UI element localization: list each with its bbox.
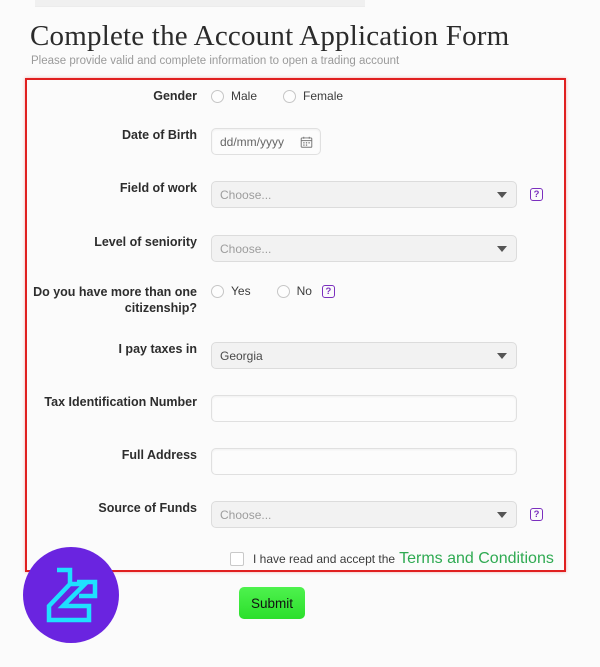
form-row-field-of-work: Field of work Choose... ?	[25, 181, 566, 208]
source-of-funds-select[interactable]: Choose...	[211, 501, 517, 528]
tax-country-select[interactable]: Georgia	[211, 342, 517, 369]
submit-button[interactable]: Submit	[239, 587, 305, 619]
full-address-input[interactable]	[211, 448, 517, 475]
level-of-seniority-label: Level of seniority	[94, 235, 197, 249]
radio-unchecked-icon[interactable]	[211, 284, 224, 298]
form-row-gender: Gender Male Female	[25, 89, 566, 104]
gender-radio-male[interactable]: Male	[211, 89, 257, 103]
radio-unchecked-icon[interactable]	[211, 89, 224, 103]
chevron-down-icon[interactable]	[497, 511, 507, 518]
field-of-work-select[interactable]: Choose...	[211, 181, 517, 208]
logo-monogram-icon	[46, 567, 98, 623]
date-of-birth-placeholder: dd/mm/yyyy	[220, 134, 285, 149]
gender-radio-female[interactable]: Female	[283, 89, 343, 103]
application-form-page: Complete the Account Application Form Pl…	[0, 0, 600, 667]
terms-text: I have read and accept the	[253, 552, 396, 566]
gender-radio-group: Male Female	[211, 89, 369, 103]
chevron-down-icon[interactable]	[497, 245, 507, 252]
brand-logo	[23, 547, 119, 643]
full-address-label: Full Address	[121, 448, 197, 462]
form-row-full-address: Full Address	[25, 448, 566, 475]
date-of-birth-label: Date of Birth	[122, 128, 197, 142]
field-of-work-label: Field of work	[119, 181, 197, 195]
citizenship-radio-yes[interactable]: Yes	[211, 284, 251, 298]
radio-unchecked-icon[interactable]	[276, 284, 290, 298]
source-of-funds-label: Source of Funds	[98, 501, 197, 515]
page-title: Complete the Account Application Form	[30, 20, 510, 52]
form-row-date-of-birth: Date of Birth dd/mm/yyyy	[25, 128, 566, 155]
gender-option-label: Female	[303, 89, 344, 103]
page-subtitle: Please provide valid and complete inform…	[31, 55, 400, 67]
citizenship-option-label: Yes	[231, 284, 251, 298]
form-row-tax-id: Tax Identification Number	[25, 395, 566, 422]
source-of-funds-value: Choose...	[220, 507, 272, 522]
form-row-source-of-funds: Source of Funds Choose... ?	[25, 501, 566, 528]
citizenship-option-label: No	[296, 284, 312, 298]
citizenship-radio-no[interactable]: No	[276, 284, 312, 298]
tax-country-label: I pay taxes in	[118, 342, 197, 356]
citizenship-label: Do you have more than one citizenship?	[25, 284, 211, 316]
citizenship-help-icon[interactable]: ?	[321, 284, 335, 298]
date-of-birth-input[interactable]: dd/mm/yyyy	[211, 128, 321, 155]
tax-id-input[interactable]	[211, 395, 517, 422]
radio-unchecked-icon[interactable]	[283, 89, 297, 103]
terms-checkbox[interactable]	[230, 552, 244, 566]
gender-option-label: Male	[231, 89, 258, 103]
chevron-down-icon[interactable]	[497, 352, 507, 359]
tax-country-value: Georgia	[220, 348, 263, 363]
form-row-tax-country: I pay taxes in Georgia	[25, 342, 566, 369]
field-of-work-value: Choose...	[220, 187, 272, 202]
account-application-form: Gender Male Female Date of Birth dd/mm/y…	[25, 78, 566, 572]
citizenship-radio-group: Yes No ?	[211, 284, 335, 298]
form-row-level-of-seniority: Level of seniority Choose...	[25, 235, 566, 262]
citizenship-label-line2: citizenship?	[124, 301, 197, 315]
calendar-icon[interactable]	[300, 135, 313, 148]
terms-acceptance-row: I have read and accept the Terms and Con…	[230, 550, 554, 568]
chevron-down-icon[interactable]	[497, 191, 507, 198]
form-row-citizenship: Do you have more than one citizenship? Y…	[25, 284, 566, 316]
field-of-work-help-icon[interactable]: ?	[530, 188, 543, 201]
level-of-seniority-select[interactable]: Choose...	[211, 235, 517, 262]
source-of-funds-help-icon[interactable]: ?	[530, 508, 543, 521]
terms-and-conditions-link[interactable]: Terms and Conditions	[399, 550, 554, 568]
gender-label: Gender	[153, 89, 197, 103]
citizenship-label-line1: Do you have more than one	[33, 285, 197, 299]
tax-id-label: Tax Identification Number	[44, 395, 197, 409]
level-of-seniority-value: Choose...	[220, 241, 272, 256]
